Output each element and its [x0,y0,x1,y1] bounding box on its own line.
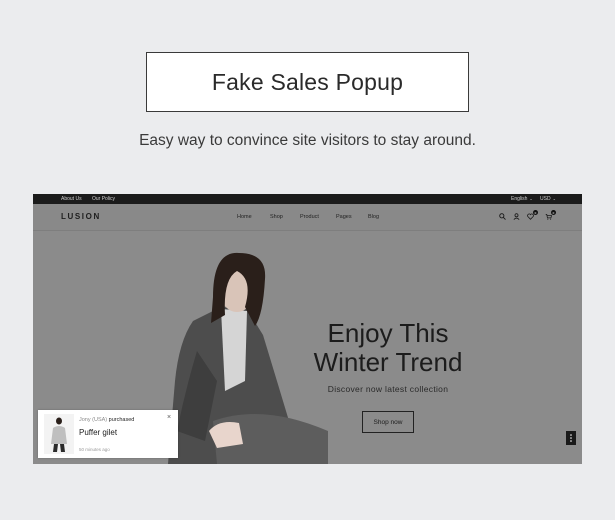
language-select[interactable]: English ⌄ [511,196,533,202]
wishlist-icon[interactable]: 0 [526,210,538,220]
shop-now-button[interactable]: Shop now [362,411,414,433]
search-icon[interactable] [498,212,506,220]
buyer-name: Jony (USA) [79,417,108,423]
currency-label: USD [540,196,551,202]
about-us-link[interactable]: About Us [61,196,82,202]
page-title: Fake Sales Popup [146,52,469,112]
sales-popup[interactable]: Jony (USA) purchased Puffer gilet 50 min… [38,410,178,458]
nav-item-product[interactable]: Product [300,214,319,220]
hero-subheading: Discover now latest collection [327,384,449,394]
scroll-to-top-button[interactable] [566,431,576,445]
page-subtitle: Easy way to convince site visitors to st… [139,132,476,149]
wishlist-count-badge: 0 [533,210,538,215]
nav-item-pages[interactable]: Pages [336,214,352,220]
cart-count-badge: 0 [551,210,556,215]
our-policy-link[interactable]: Our Policy [92,196,115,202]
popup-timestamp: 50 minutes ago [79,447,110,452]
close-icon[interactable]: × [167,414,171,421]
user-icon[interactable] [512,212,520,220]
nav-item-blog[interactable]: Blog [368,214,379,220]
product-thumbnail [44,414,74,454]
main-nav: LUSION Home Shop Product Pages Blog 0 0 [33,204,582,231]
language-label: English [511,196,528,202]
currency-select[interactable]: USD ⌄ [540,196,556,202]
purchase-action: purchased [108,417,135,423]
popup-product-name[interactable]: Puffer gilet [79,428,117,437]
brand-logo[interactable]: LUSION [61,212,101,221]
chevron-down-icon: ⌄ [552,196,556,201]
cart-icon[interactable]: 0 [544,210,556,220]
dots-icon [570,434,572,442]
top-bar: About Us Our Policy English ⌄ USD ⌄ [33,194,582,204]
chevron-down-icon: ⌄ [529,196,533,201]
hero-heading-line-1: Enjoy This [327,318,449,348]
nav-item-home[interactable]: Home [237,214,252,220]
hero-heading-line-2: Winter Trend [313,347,463,377]
nav-item-shop[interactable]: Shop [270,214,283,220]
purchase-info: Jony (USA) purchased [79,417,134,423]
hero-heading: Enjoy This Winter Trend [305,319,471,377]
